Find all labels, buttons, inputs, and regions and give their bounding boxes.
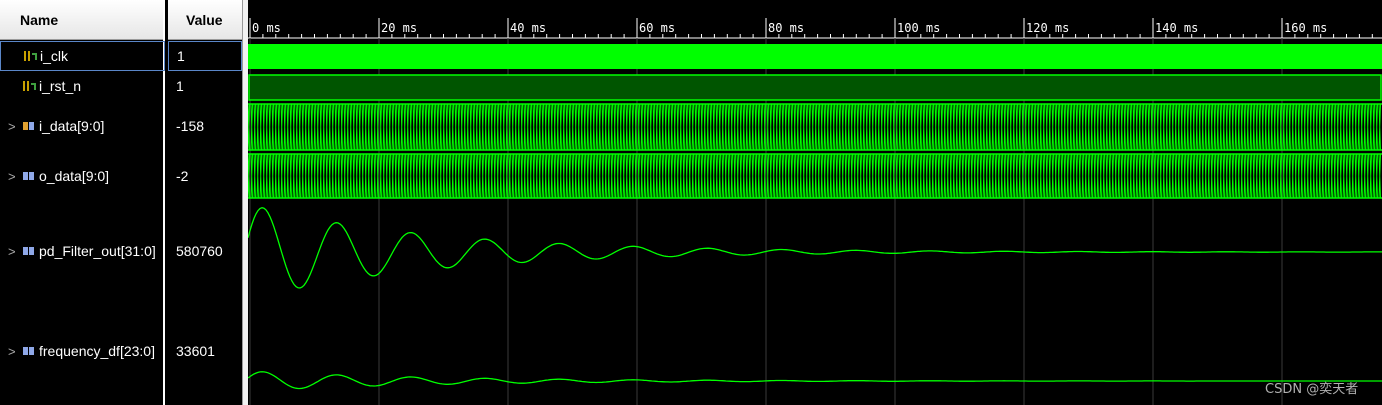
- time-label: 60 ms: [639, 21, 675, 35]
- signal-name: frequency_df[23:0]: [39, 343, 155, 359]
- signal-name: i_data[9:0]: [39, 118, 105, 134]
- watermark: CSDN @奕天者: [1265, 382, 1359, 397]
- waveform-viewer: Name Value i_clk 1 i_rst_n 1 > i_data[9:…: [0, 0, 1382, 405]
- signal-name: o_data[9:0]: [39, 168, 110, 184]
- signal-value: 580760: [176, 243, 223, 259]
- time-label: 40 ms: [510, 21, 546, 35]
- signal-value: 1: [168, 41, 242, 71]
- signal-row-o-data[interactable]: > o_data[9:0]: [0, 162, 165, 190]
- signal-value: 1: [176, 78, 184, 94]
- signal-row-i-rst-n[interactable]: i_rst_n: [0, 72, 165, 100]
- bus-signal-icon: [22, 169, 36, 183]
- value-column-header[interactable]: Value: [168, 0, 242, 40]
- signal-row-i-data[interactable]: > i_data[9:0]: [0, 112, 165, 140]
- time-label: 160 ms: [1284, 21, 1327, 35]
- name-column-header[interactable]: Name: [0, 0, 163, 40]
- signal-value: -2: [176, 168, 189, 184]
- time-label: 120 ms: [1026, 21, 1069, 35]
- expand-chevron-icon[interactable]: >: [8, 344, 22, 359]
- bus-signal-icon: [22, 119, 36, 133]
- signal-row-i-clk[interactable]: i_clk: [0, 41, 165, 71]
- time-label: 100 ms: [897, 21, 940, 35]
- signal-name: pd_Filter_out[31:0]: [39, 243, 156, 259]
- time-label: 20 ms: [381, 21, 417, 35]
- wave-o-data: [248, 153, 1381, 199]
- signal-name: i_rst_n: [39, 78, 82, 94]
- signal-value: 33601: [176, 343, 215, 359]
- wave-pd-filter-out: [248, 207, 1382, 289]
- wave-i-clk: [248, 44, 1382, 69]
- wave-i-rst-n: [248, 74, 1382, 101]
- signal-row-pd-filter-out[interactable]: > pd_Filter_out[31:0]: [0, 237, 165, 265]
- time-label: 0 ms: [252, 21, 281, 35]
- wave-i-data: [248, 103, 1381, 151]
- expand-chevron-icon[interactable]: >: [8, 169, 22, 184]
- expand-chevron-icon[interactable]: >: [8, 244, 22, 259]
- signal-row-frequency-df[interactable]: > frequency_df[23:0]: [0, 337, 165, 365]
- waveform-canvas[interactable]: 0 ms 20 ms 40 ms 60 ms 80 ms 100 ms 120 ms 140 …: [248, 0, 1382, 405]
- signal-value: -158: [176, 118, 205, 134]
- wave-frequency-df: [248, 371, 1382, 390]
- bus-signal-icon: [22, 344, 36, 358]
- bus-signal-icon: [22, 244, 36, 258]
- signal-name: i_clk: [40, 48, 69, 64]
- bit-signal-icon: [23, 49, 37, 63]
- time-label: 140 ms: [1155, 21, 1198, 35]
- time-label: 80 ms: [768, 21, 804, 35]
- expand-chevron-icon[interactable]: >: [8, 119, 22, 134]
- bit-signal-icon: [22, 79, 36, 93]
